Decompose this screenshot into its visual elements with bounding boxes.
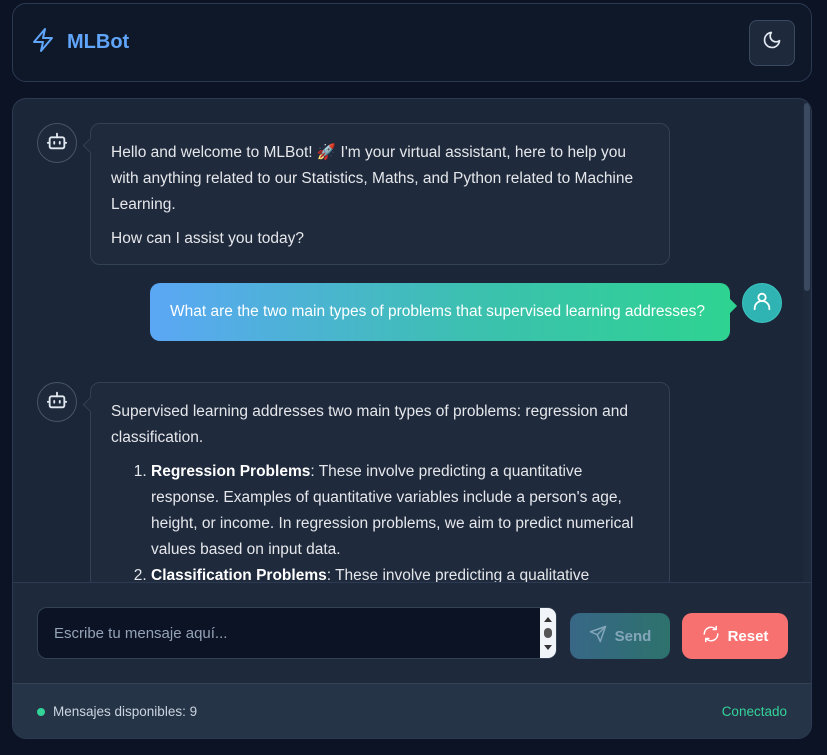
list-item-text: : These involve predicting a qualitative — [326, 567, 590, 582]
refresh-icon — [702, 625, 720, 647]
bot-message: Supervised learning addresses two main t… — [90, 382, 670, 582]
connection-status: Conectado — [721, 704, 787, 719]
spinner-up-icon[interactable] — [543, 610, 553, 628]
reset-label: Reset — [727, 627, 769, 645]
status-bar: Mensajes disponibles: 9 Conectado — [13, 683, 811, 738]
messages-available-label: Mensajes disponibles: 9 — [53, 704, 198, 719]
message-paragraph: Hello and welcome to MLBot! 🚀 I'm your v… — [111, 144, 634, 213]
moon-icon — [762, 30, 782, 55]
send-icon — [589, 625, 607, 647]
app-header: MLBot — [12, 3, 812, 82]
list-item: Regression Problems: These involve predi… — [151, 459, 649, 563]
reset-button[interactable]: Reset — [682, 613, 788, 659]
spinner-down-icon[interactable] — [543, 638, 553, 656]
chat-panel: Hello and welcome to MLBot! 🚀 I'm your v… — [12, 98, 812, 739]
user-icon — [751, 290, 773, 317]
lightning-icon — [31, 27, 55, 58]
message-input[interactable] — [38, 608, 542, 658]
messages-available-status: Mensajes disponibles: 9 — [37, 704, 197, 719]
send-label: Send — [614, 627, 652, 645]
user-message: What are the two main types of problems … — [150, 283, 730, 341]
scrollbar-thumb[interactable] — [804, 103, 810, 291]
message-list[interactable]: Hello and welcome to MLBot! 🚀 I'm your v… — [13, 99, 811, 582]
brand: MLBot — [31, 27, 129, 58]
bot-avatar — [37, 382, 77, 422]
send-button[interactable]: Send — [570, 613, 670, 659]
status-dot-icon — [37, 707, 45, 716]
scrollbar[interactable] — [803, 99, 811, 582]
list-item-title: Regression Problems — [151, 463, 311, 480]
message-paragraph: How can I assist you today? — [111, 230, 304, 247]
list-item-title: Classification Problems — [151, 567, 327, 582]
input-spinner[interactable] — [540, 608, 556, 658]
message-input-wrapper — [37, 607, 557, 659]
numbered-list: Regression Problems : These involve predi… — [151, 459, 649, 582]
bot-avatar — [37, 123, 77, 163]
spinner-thumb[interactable] — [544, 628, 552, 638]
composer: Send Reset — [13, 582, 811, 683]
message-paragraph: Supervised learning addresses two main t… — [111, 403, 628, 446]
user-avatar — [742, 283, 782, 323]
message-text: What are the two main types of problems … — [170, 303, 706, 320]
app-title: MLBot — [67, 31, 130, 53]
list-item: Classification Problems: These involve p… — [151, 563, 649, 582]
theme-toggle-button[interactable] — [749, 19, 795, 66]
robot-icon — [46, 130, 68, 157]
bot-message: Hello and welcome to MLBot! 🚀 I'm your v… — [90, 123, 670, 265]
robot-icon — [46, 389, 68, 416]
